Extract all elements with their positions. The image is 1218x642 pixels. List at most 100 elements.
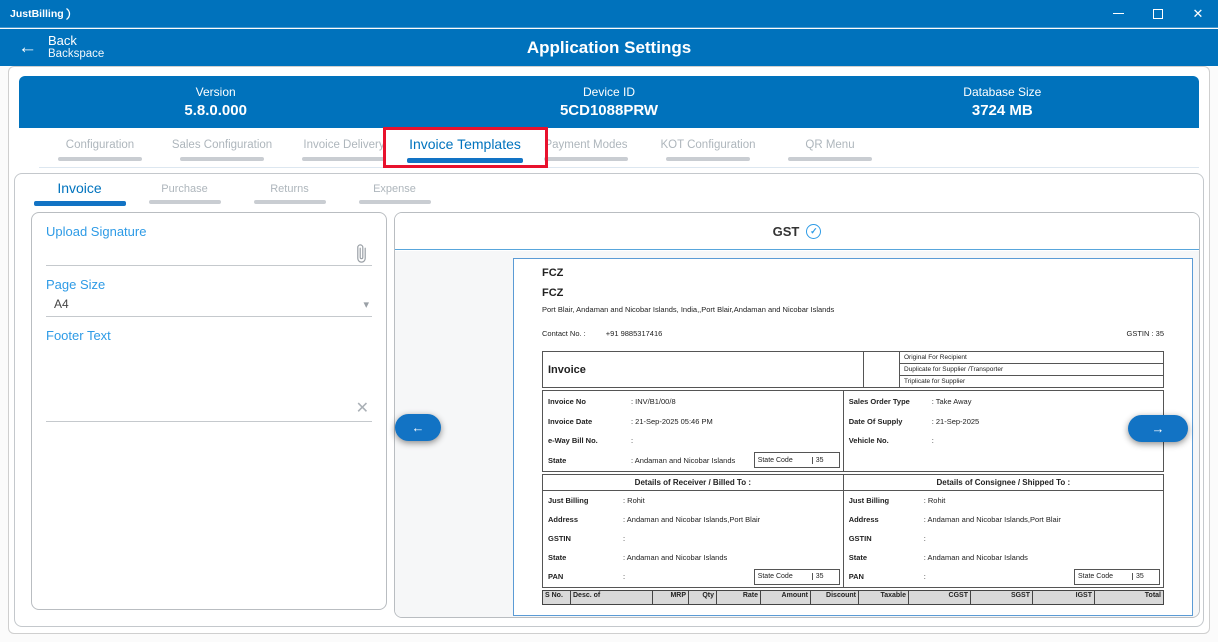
- previous-template-button[interactable]: ←: [395, 414, 441, 441]
- next-template-button[interactable]: →: [1128, 415, 1188, 442]
- contact-value: +91 9885317416: [606, 329, 663, 338]
- upload-signature-label: Upload Signature: [46, 224, 372, 239]
- consignee-title: Details of Consignee / Shipped To :: [844, 475, 1163, 491]
- tab-payment-modes[interactable]: Payment Modes: [525, 129, 647, 167]
- invoice-document: FCZ FCZ Port Blair, Andaman and Nicobar …: [514, 259, 1192, 605]
- paperclip-icon[interactable]: [354, 243, 369, 265]
- field-row: Just Billing Rohit: [543, 491, 843, 510]
- invoice-meta-table: Invoice No INV/B1/00/8 Invoice Date 21-S…: [542, 390, 1164, 472]
- app-window: JustBilling ✕ Application Settings ← Bac…: [0, 0, 1218, 642]
- titlebar: JustBilling ✕: [0, 0, 1218, 28]
- settings-tab-row: Configuration Sales Configuration Invoic…: [39, 129, 1199, 168]
- contact-row: Contact No. : +91 9885317416 GSTIN : 35: [542, 329, 1164, 338]
- consignee-details: Details of Consignee / Shipped To : Just…: [844, 475, 1163, 587]
- maximize-icon: [1153, 9, 1163, 19]
- page-title: Application Settings: [0, 38, 1218, 58]
- template-header: GST ✓: [395, 213, 1199, 250]
- page-size-field: Page Size A4 ▾: [46, 277, 372, 317]
- footer-text-input[interactable]: ✕: [46, 343, 372, 422]
- gstin-text: GSTIN : 35: [1126, 329, 1164, 338]
- company-name-2: FCZ: [542, 287, 1164, 299]
- app-logo: JustBilling: [10, 7, 72, 21]
- template-selected-check-icon[interactable]: ✓: [806, 224, 821, 239]
- back-button[interactable]: ← Back Backspace: [18, 33, 104, 62]
- copy-checkbox-column: [864, 352, 900, 387]
- template-preview-area: FCZ FCZ Port Blair, Andaman and Nicobar …: [395, 251, 1199, 617]
- minimize-icon: [1113, 13, 1124, 15]
- field-row: Just Billing Rohit: [844, 491, 1163, 510]
- subtab-purchase[interactable]: Purchase: [132, 176, 237, 210]
- invoice-title-table: Invoice Original For Recipient Duplicate…: [542, 351, 1164, 388]
- arrow-right-icon: →: [1152, 421, 1165, 436]
- info-device-id: Device ID 5CD1088PRW: [412, 76, 805, 128]
- copy-type: Original For Recipient: [900, 352, 1163, 364]
- tab-invoice-templates[interactable]: Invoice Templates: [405, 129, 525, 167]
- info-bar: Version 5.8.0.000 Device ID 5CD1088PRW D…: [19, 76, 1199, 128]
- template-type-tabs: Invoice Purchase Returns Expense: [27, 176, 447, 210]
- field-row: e-Way Bill No.: [543, 431, 843, 451]
- field-row: PAN State Code 35: [543, 567, 843, 586]
- arrow-left-icon: ←: [412, 420, 425, 435]
- field-row: Address Andaman and Nicobar Islands,Port…: [543, 510, 843, 529]
- footer-text-field: Footer Text ✕: [46, 328, 372, 422]
- field-row: State Andaman and Nicobar Islands: [543, 548, 843, 567]
- field-row: State Andaman and Nicobar Islands: [844, 548, 1163, 567]
- template-preview-panel: GST ✓ FCZ FCZ Port Blair, Andaman and Ni…: [394, 212, 1200, 618]
- upload-signature-input[interactable]: [46, 239, 372, 266]
- tab-sales-configuration[interactable]: Sales Configuration: [161, 129, 283, 167]
- subtab-returns[interactable]: Returns: [237, 176, 342, 210]
- version-label: Version: [196, 85, 236, 99]
- field-row: Invoice No INV/B1/00/8: [543, 392, 843, 412]
- receiver-details: Details of Receiver / Billed To : Just B…: [543, 475, 844, 587]
- info-database-size: Database Size 3724 MB: [806, 76, 1199, 128]
- upload-signature-field: Upload Signature: [46, 224, 372, 266]
- clear-icon[interactable]: ✕: [356, 401, 369, 417]
- device-id-label: Device ID: [583, 85, 635, 99]
- field-row: GSTIN: [844, 529, 1163, 548]
- close-icon: ✕: [1193, 7, 1204, 20]
- copy-types: Original For Recipient Duplicate for Sup…: [900, 352, 1163, 387]
- field-row: Date Of Supply 21-Sep-2025: [844, 412, 1163, 432]
- page-size-select[interactable]: A4 ▾: [46, 292, 372, 317]
- page-size-label: Page Size: [46, 277, 372, 292]
- app-logo-text: JustBilling: [10, 8, 64, 20]
- subtab-invoice[interactable]: Invoice: [27, 176, 132, 210]
- field-row: GSTIN: [543, 529, 843, 548]
- items-table-header: S No. Desc. of MRP Qty Rate Amount Disco…: [542, 590, 1164, 605]
- field-row: Sales Order Type Take Away: [844, 392, 1163, 412]
- contact-label: Contact No. :: [542, 329, 586, 338]
- nav-header: Application Settings ← Back Backspace: [0, 29, 1218, 66]
- database-size-value: 3724 MB: [972, 102, 1033, 119]
- tab-qr-menu[interactable]: QR Menu: [769, 129, 891, 167]
- subtab-expense[interactable]: Expense: [342, 176, 447, 210]
- invoice-templates-section: Invoice Purchase Returns Expense Upload …: [14, 173, 1204, 627]
- company-address: Port Blair, Andaman and Nicobar Islands,…: [542, 305, 1164, 314]
- tab-configuration[interactable]: Configuration: [39, 129, 161, 167]
- state-code-box: State Code 35: [754, 569, 840, 585]
- company-name: FCZ: [542, 267, 1164, 279]
- window-controls: ✕: [1098, 0, 1218, 28]
- version-value: 5.8.0.000: [184, 102, 247, 119]
- device-id-value: 5CD1088PRW: [560, 102, 658, 119]
- field-row: State Andaman and Nicobar Islands State …: [543, 451, 843, 471]
- tab-invoice-delivery[interactable]: Invoice Delivery: [283, 129, 405, 167]
- footer-text-label: Footer Text: [46, 328, 372, 343]
- page-size-value: A4: [49, 297, 69, 311]
- template-name: GST: [773, 224, 800, 239]
- template-settings-panel: Upload Signature Page Size A4 ▾ Foo: [31, 212, 387, 610]
- back-label: Back: [48, 33, 104, 49]
- back-shortcut-label: Backspace: [48, 48, 104, 62]
- info-version: Version 5.8.0.000: [19, 76, 412, 128]
- copy-type: Duplicate for Supplier /Transporter: [900, 364, 1163, 376]
- back-arrow-icon: ←: [18, 38, 37, 57]
- parties-table: Details of Receiver / Billed To : Just B…: [542, 474, 1164, 588]
- tab-kot-configuration[interactable]: KOT Configuration: [647, 129, 769, 167]
- field-row: PAN State Code 35: [844, 567, 1163, 586]
- field-row: Vehicle No.: [844, 431, 1163, 451]
- database-size-label: Database Size: [963, 85, 1041, 99]
- maximize-button[interactable]: [1138, 0, 1178, 28]
- close-button[interactable]: ✕: [1178, 0, 1218, 28]
- field-row: Invoice Date 21-Sep-2025 05:46 PM: [543, 412, 843, 432]
- minimize-button[interactable]: [1098, 0, 1138, 28]
- invoice-preview: FCZ FCZ Port Blair, Andaman and Nicobar …: [513, 258, 1193, 616]
